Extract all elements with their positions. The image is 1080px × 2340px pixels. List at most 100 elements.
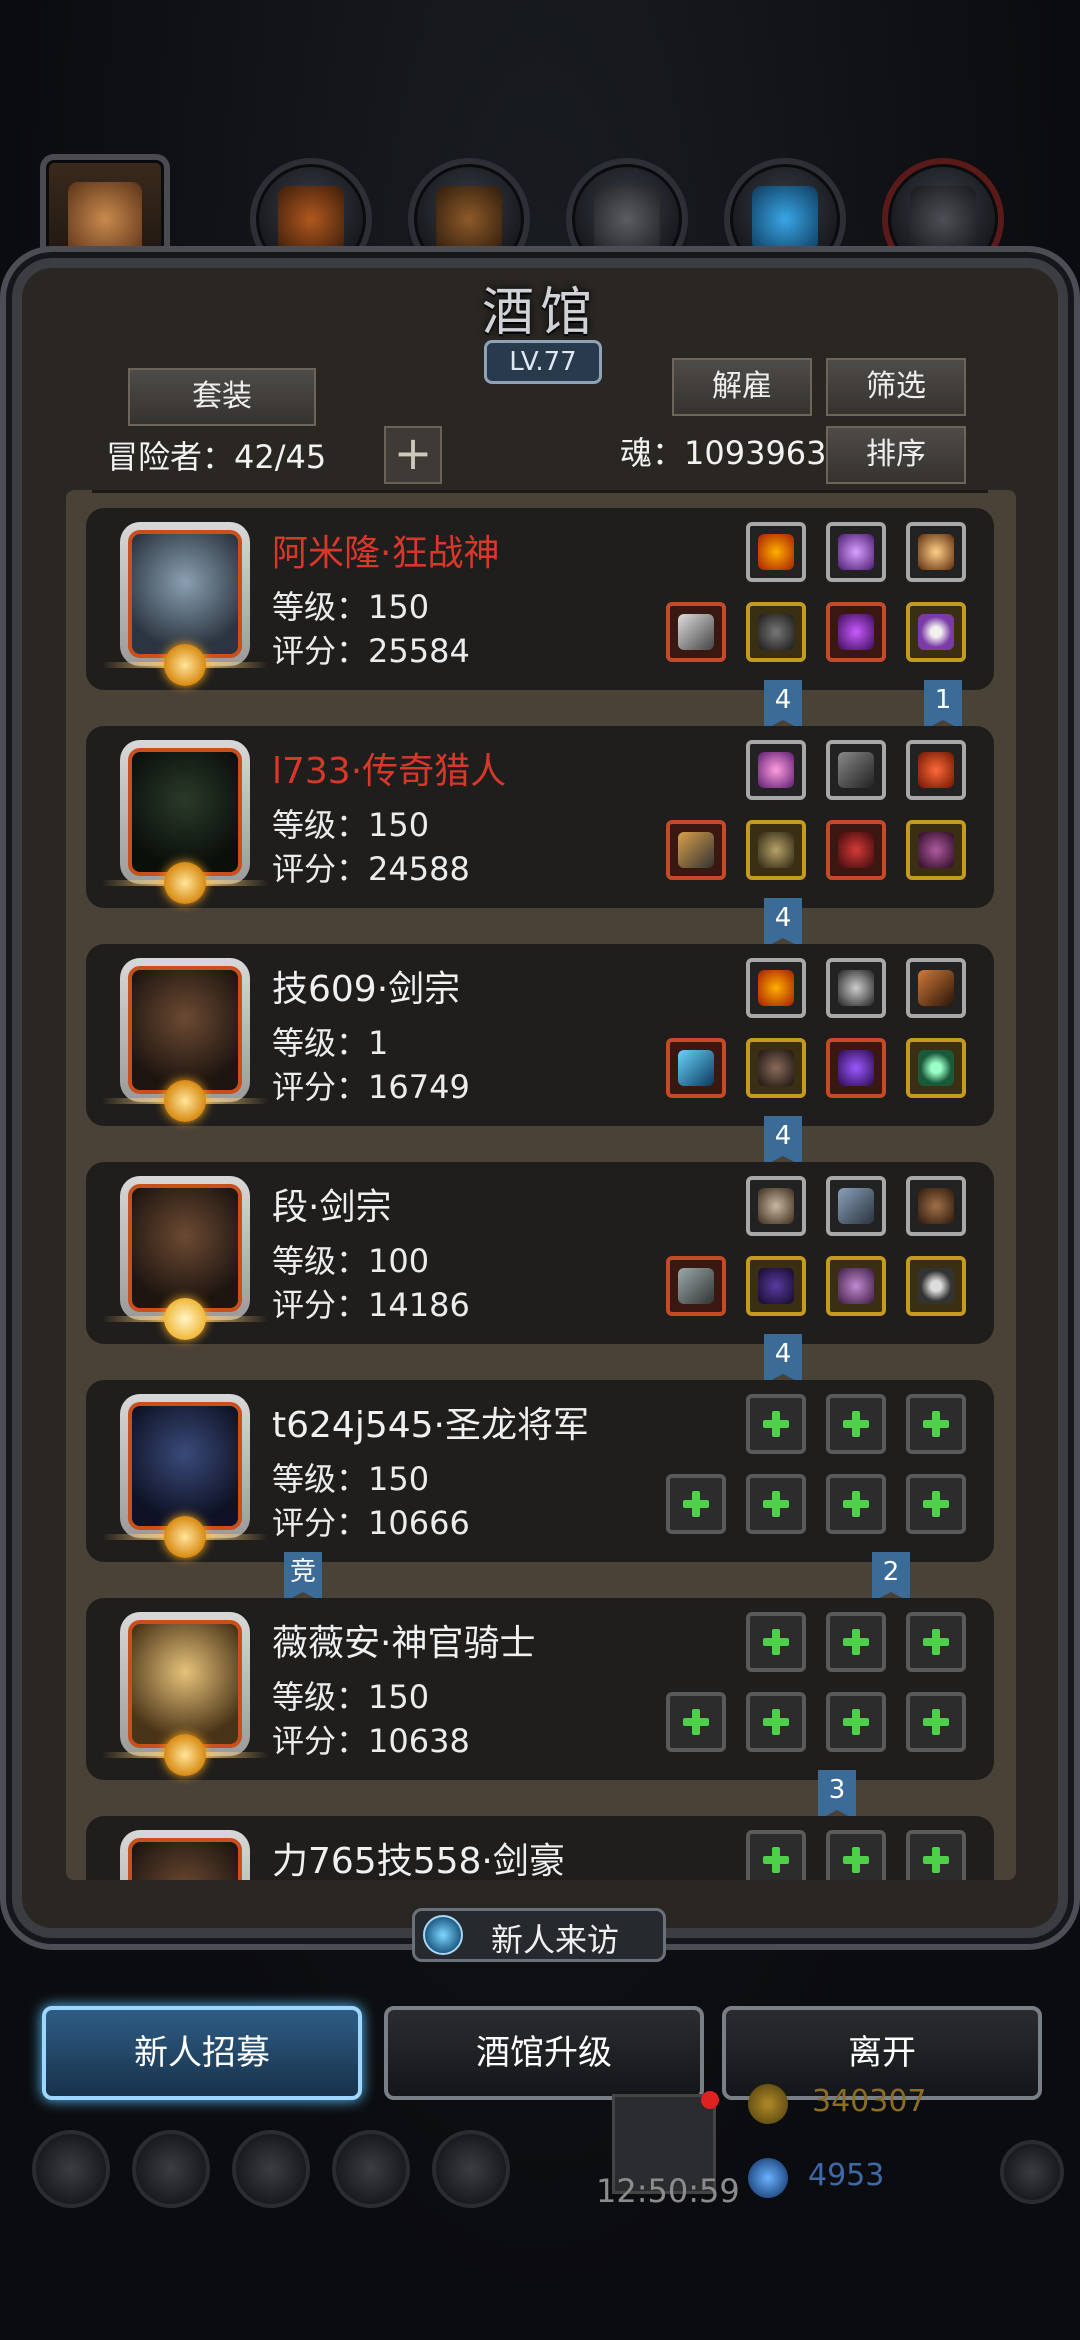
hero-row[interactable]: 薇薇安·神官骑士 等级：150 评分：10638 xyxy=(86,1598,994,1780)
empty-slot-plus-icon[interactable] xyxy=(826,1612,886,1672)
map-icon[interactable] xyxy=(432,2130,510,2208)
gem-icon xyxy=(748,2158,788,2198)
hero-avatar[interactable] xyxy=(102,1394,268,1558)
new-visitor-label: 新人来访 xyxy=(491,1921,620,1959)
hero-row[interactable]: l733·传奇猎人 等级：150 评分：24588 xyxy=(86,726,994,908)
dismiss-button[interactable]: 解雇 xyxy=(672,358,812,416)
sort-button[interactable]: 排序 xyxy=(826,426,966,484)
hero-name: 阿米隆·狂战神 xyxy=(272,533,500,574)
empty-slot-plus-icon[interactable] xyxy=(906,1474,966,1534)
empty-slot-plus-icon[interactable] xyxy=(826,1394,886,1454)
hero-avatar[interactable] xyxy=(102,522,268,686)
equip-ring-icon[interactable] xyxy=(906,602,966,662)
equip-belt-icon[interactable] xyxy=(906,820,966,880)
tab-tavern[interactable] xyxy=(40,154,170,284)
empty-slot-plus-icon[interactable] xyxy=(746,1394,806,1454)
adventurer-count: 冒险者：42/45 xyxy=(106,438,327,476)
hero-row[interactable]: 技609·剑宗 等级：1 评分：16749 xyxy=(86,944,994,1126)
equip-fire-orb-icon[interactable] xyxy=(746,958,806,1018)
rank-medal-icon xyxy=(164,644,206,686)
empty-slot-plus-icon[interactable] xyxy=(826,1830,886,1880)
guild-icon[interactable] xyxy=(232,2130,310,2208)
hero-score: 评分：14186 xyxy=(272,1286,470,1324)
category-tabs xyxy=(40,154,1040,284)
empty-slot-plus-icon[interactable] xyxy=(746,1474,806,1534)
tavern-level-badge: LV.77 xyxy=(484,340,602,384)
equip-sword-icon[interactable] xyxy=(666,1038,726,1098)
empty-slot-plus-icon[interactable] xyxy=(906,1612,966,1672)
empty-slot-plus-icon[interactable] xyxy=(746,1692,806,1752)
equip-fire-orb-icon[interactable] xyxy=(746,522,806,582)
equip-feather-icon[interactable] xyxy=(826,740,886,800)
equip-necklace-icon[interactable] xyxy=(826,958,886,1018)
equip-ring-icon[interactable] xyxy=(906,1256,966,1316)
filter-button[interactable]: 筛选 xyxy=(826,358,966,416)
equip-bracer-icon[interactable] xyxy=(826,1256,886,1316)
equip-axe-icon[interactable] xyxy=(666,602,726,662)
equip-helmet-icon[interactable] xyxy=(826,820,886,880)
equip-armor-icon[interactable] xyxy=(746,820,806,880)
hero-level: 等级：150 xyxy=(272,1460,430,1498)
empty-slot-plus-icon[interactable] xyxy=(826,1474,886,1534)
hero-list[interactable]: 阿米隆·狂战神 等级：150 评分：25584 4 1 l733·传奇猎人 等级… xyxy=(86,508,994,1880)
settings-icon[interactable] xyxy=(32,2130,110,2208)
tab-wood[interactable] xyxy=(408,158,530,280)
tab-ore[interactable] xyxy=(882,158,1004,280)
new-visitor-banner[interactable]: 新人来访 xyxy=(412,1908,666,1962)
empty-slot-plus-icon[interactable] xyxy=(906,1692,966,1752)
hero-name: 段·剑宗 xyxy=(272,1187,392,1228)
empty-slot-plus-icon[interactable] xyxy=(666,1692,726,1752)
hero-avatar[interactable] xyxy=(120,1830,250,1880)
equip-spear-icon[interactable] xyxy=(666,820,726,880)
gold-coin-icon xyxy=(748,2084,788,2124)
page-title: 酒馆 xyxy=(481,283,598,343)
set-count-tag: 4 xyxy=(764,1116,802,1166)
tab-crystal[interactable] xyxy=(724,158,846,280)
upgrade-tavern-button[interactable]: 酒馆升级 xyxy=(384,2006,704,2100)
equip-book-icon[interactable] xyxy=(826,1176,886,1236)
add-slot-button[interactable]: + xyxy=(384,426,442,484)
equip-horn-icon[interactable] xyxy=(906,740,966,800)
hero-level: 等级：100 xyxy=(272,1242,430,1280)
equip-gauntlet-icon[interactable] xyxy=(826,602,886,662)
suit-button[interactable]: 套装 xyxy=(128,368,316,426)
hero-avatar[interactable] xyxy=(102,1612,268,1776)
hero-row[interactable]: 段·剑宗 等级：100 评分：14186 xyxy=(86,1162,994,1344)
recruit-button[interactable]: 新人招募 xyxy=(42,2006,362,2100)
equip-armor-icon[interactable] xyxy=(746,1038,806,1098)
tab-iron[interactable] xyxy=(566,158,688,280)
add-currency-icon[interactable] xyxy=(1000,2140,1064,2204)
equip-sword-icon[interactable] xyxy=(666,1256,726,1316)
tab-potion[interactable] xyxy=(250,158,372,280)
arena-tag: 竞 xyxy=(284,1552,322,1602)
equip-lantern-icon[interactable] xyxy=(906,522,966,582)
gem-amount: 4953 xyxy=(808,2158,885,2193)
gold-amount: 340307 xyxy=(812,2084,927,2119)
empty-slot-plus-icon[interactable] xyxy=(746,1612,806,1672)
hero-row[interactable]: 阿米隆·狂战神 等级：150 评分：25584 xyxy=(86,508,994,690)
hero-avatar[interactable] xyxy=(102,740,268,904)
hero-avatar[interactable] xyxy=(102,958,268,1122)
achievement-icon[interactable] xyxy=(132,2130,210,2208)
empty-slot-plus-icon[interactable] xyxy=(666,1474,726,1534)
equip-shield-icon[interactable] xyxy=(906,1176,966,1236)
equip-staff-icon[interactable] xyxy=(906,958,966,1018)
hero-score: 评分：16749 xyxy=(272,1068,470,1106)
equip-ring-icon[interactable] xyxy=(906,1038,966,1098)
equip-boots-icon[interactable] xyxy=(746,1176,806,1236)
equip-amulet-icon[interactable] xyxy=(826,522,886,582)
empty-slot-plus-icon[interactable] xyxy=(746,1830,806,1880)
empty-slot-plus-icon[interactable] xyxy=(906,1830,966,1880)
equip-armor-icon[interactable] xyxy=(746,602,806,662)
equip-helmet-icon[interactable] xyxy=(826,1038,886,1098)
hero-name: 力765技558·剑豪 xyxy=(272,1841,565,1880)
equip-robe-icon[interactable] xyxy=(746,1256,806,1316)
mail-icon[interactable] xyxy=(332,2130,410,2208)
empty-slot-plus-icon[interactable] xyxy=(826,1692,886,1752)
equip-gem-icon[interactable] xyxy=(746,740,806,800)
hero-level: 等级：150 xyxy=(272,806,430,844)
hero-row[interactable]: t624j545·圣龙将军 等级：150 评分：10666 xyxy=(86,1380,994,1562)
hero-row[interactable]: 力765技558·剑豪 xyxy=(86,1816,994,1880)
hero-avatar[interactable] xyxy=(102,1176,268,1340)
empty-slot-plus-icon[interactable] xyxy=(906,1394,966,1454)
